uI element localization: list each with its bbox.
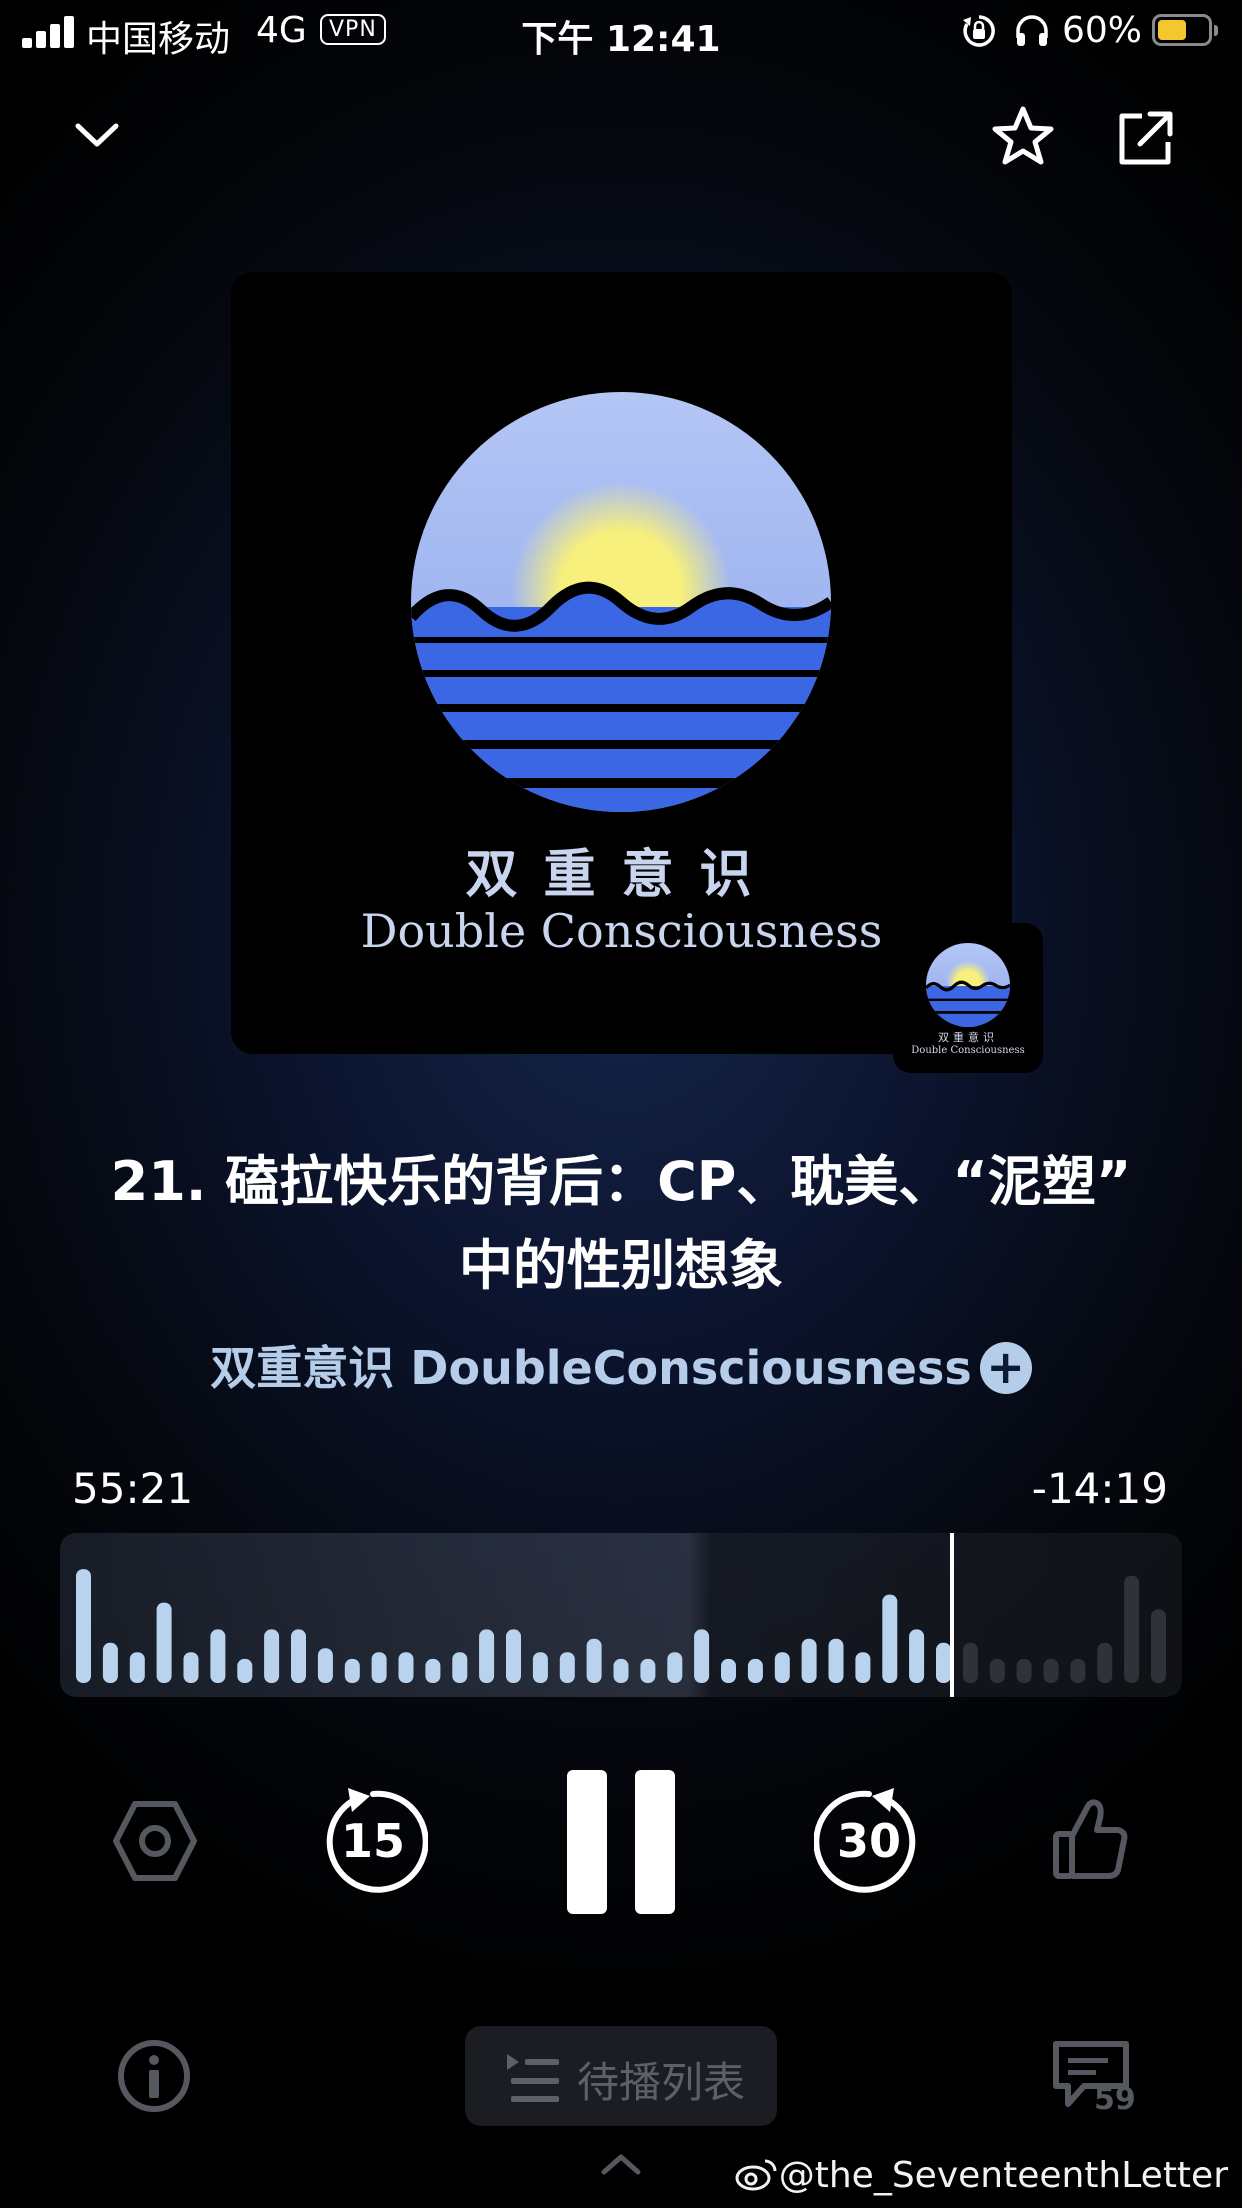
waveform-bar <box>317 1648 333 1683</box>
comment-button[interactable]: 59 <box>1050 2038 1150 2118</box>
rewind-seconds: 15 <box>340 1814 405 1868</box>
status-bar: 中国移动 4G VPN 下午 12:41 60% <box>0 0 1242 62</box>
chevron-down-icon[interactable] <box>72 118 122 152</box>
chevron-up-icon[interactable] <box>600 2152 642 2176</box>
waveform-bar <box>828 1638 844 1683</box>
podcast-name[interactable]: 双重意识 DoubleConsciousness <box>210 1341 971 1395</box>
episode-title-line1: 21. 磕拉快乐的背后：CP、耽美、“泥塑” <box>110 1150 1132 1213</box>
waveform-bar <box>774 1652 790 1683</box>
waveform-bar <box>1151 1609 1166 1683</box>
waveform-bar <box>344 1658 360 1683</box>
comment-count: 59 <box>1094 2082 1136 2117</box>
remaining-time: -14:19 <box>1031 1464 1168 1513</box>
waveform-bar <box>291 1629 306 1683</box>
rewind-button[interactable]: 15 <box>318 1786 428 1896</box>
waveform-bar <box>237 1658 253 1683</box>
weibo-logo-icon <box>735 2159 777 2191</box>
plus-icon[interactable]: + <box>979 1341 1032 1394</box>
forward-button[interactable]: 30 <box>814 1786 924 1896</box>
artwork-title-cn: 双重意识 <box>465 844 778 905</box>
thumbs-up-icon[interactable] <box>1050 1796 1130 1882</box>
episode-title-line2: 中的性别想象 <box>459 1234 783 1297</box>
list-icon <box>507 2054 559 2102</box>
waveform-bar <box>586 1638 602 1683</box>
waveform-bar <box>909 1629 925 1683</box>
waveform-bar <box>76 1569 91 1683</box>
waveform-bar <box>613 1658 629 1683</box>
status-time: 下午 12:41 <box>521 19 721 60</box>
waveform-bar <box>721 1658 736 1683</box>
elapsed-time: 55:21 <box>72 1464 194 1513</box>
waveform-bar <box>667 1652 683 1683</box>
waveform-bar <box>506 1629 521 1683</box>
info-icon[interactable] <box>116 2038 192 2114</box>
waveform-bar <box>1070 1658 1086 1683</box>
waveform-bar <box>425 1658 441 1683</box>
waveform-bar <box>801 1638 817 1683</box>
hexagon-speed-icon[interactable] <box>112 1798 198 1884</box>
waveform-bar <box>1016 1658 1032 1683</box>
sunset-logo-image <box>411 392 831 812</box>
playback-controls: 15 30 <box>0 1760 1242 1930</box>
waveform-bar <box>264 1629 280 1683</box>
star-icon[interactable] <box>990 104 1056 168</box>
waveform-bar <box>747 1658 763 1683</box>
badge-logo-image <box>926 943 1010 1027</box>
waveform-bar <box>882 1594 898 1683</box>
pause-button[interactable] <box>560 1770 682 1914</box>
playhead[interactable] <box>950 1533 954 1697</box>
battery-icon <box>1152 14 1218 46</box>
waveform-bar <box>855 1652 871 1683</box>
waveform-bar <box>183 1652 199 1683</box>
episode-title: 21. 磕拉快乐的背后：CP、耽美、“泥塑” 中的性别想象 <box>70 1140 1172 1308</box>
waveform-bar <box>1124 1575 1140 1683</box>
waveform-bar <box>989 1658 1005 1683</box>
watermark: @the_SeventeenthLetter <box>735 2155 1228 2196</box>
waveform-scrubber[interactable] <box>60 1533 1182 1697</box>
waveform-bar <box>1097 1642 1113 1683</box>
waveform-bar <box>210 1629 226 1683</box>
waveform-bar <box>1043 1658 1059 1683</box>
badge-title-en: Double Consciousness <box>911 1045 1025 1056</box>
waveform-bar <box>694 1629 710 1683</box>
waveform-bar <box>936 1642 951 1683</box>
podcast-name-link[interactable]: 双重意识 DoubleConsciousness + <box>0 1332 1242 1398</box>
waveform-bar <box>102 1642 118 1683</box>
waveform-bar <box>559 1652 575 1683</box>
badge-title-cn: 双重意识 <box>938 1031 998 1044</box>
podcast-badge: 双重意识 Double Consciousness <box>893 923 1043 1073</box>
waveform-bar <box>371 1652 387 1683</box>
rotation-lock-icon <box>963 15 995 47</box>
waveform-bar <box>452 1652 468 1683</box>
waveform-bar <box>532 1652 548 1683</box>
battery-percent: 60% <box>1062 10 1143 51</box>
waveform-bar <box>640 1658 656 1683</box>
waveform-bar <box>129 1652 145 1683</box>
waveform-bar <box>962 1642 978 1683</box>
waveform-bar <box>156 1602 172 1683</box>
waveform-bar <box>398 1652 414 1683</box>
battery-fill <box>1158 20 1186 40</box>
headphones-icon <box>1016 15 1048 46</box>
queue-label: 待播列表 <box>577 2058 746 2107</box>
forward-seconds: 30 <box>836 1814 901 1868</box>
waveform-bar <box>479 1629 495 1683</box>
waveform-bars <box>76 1569 1166 1683</box>
queue-button[interactable]: 待播列表 <box>465 2026 777 2126</box>
share-icon[interactable] <box>1116 108 1176 168</box>
watermark-text: @the_SeventeenthLetter <box>778 2155 1228 2196</box>
